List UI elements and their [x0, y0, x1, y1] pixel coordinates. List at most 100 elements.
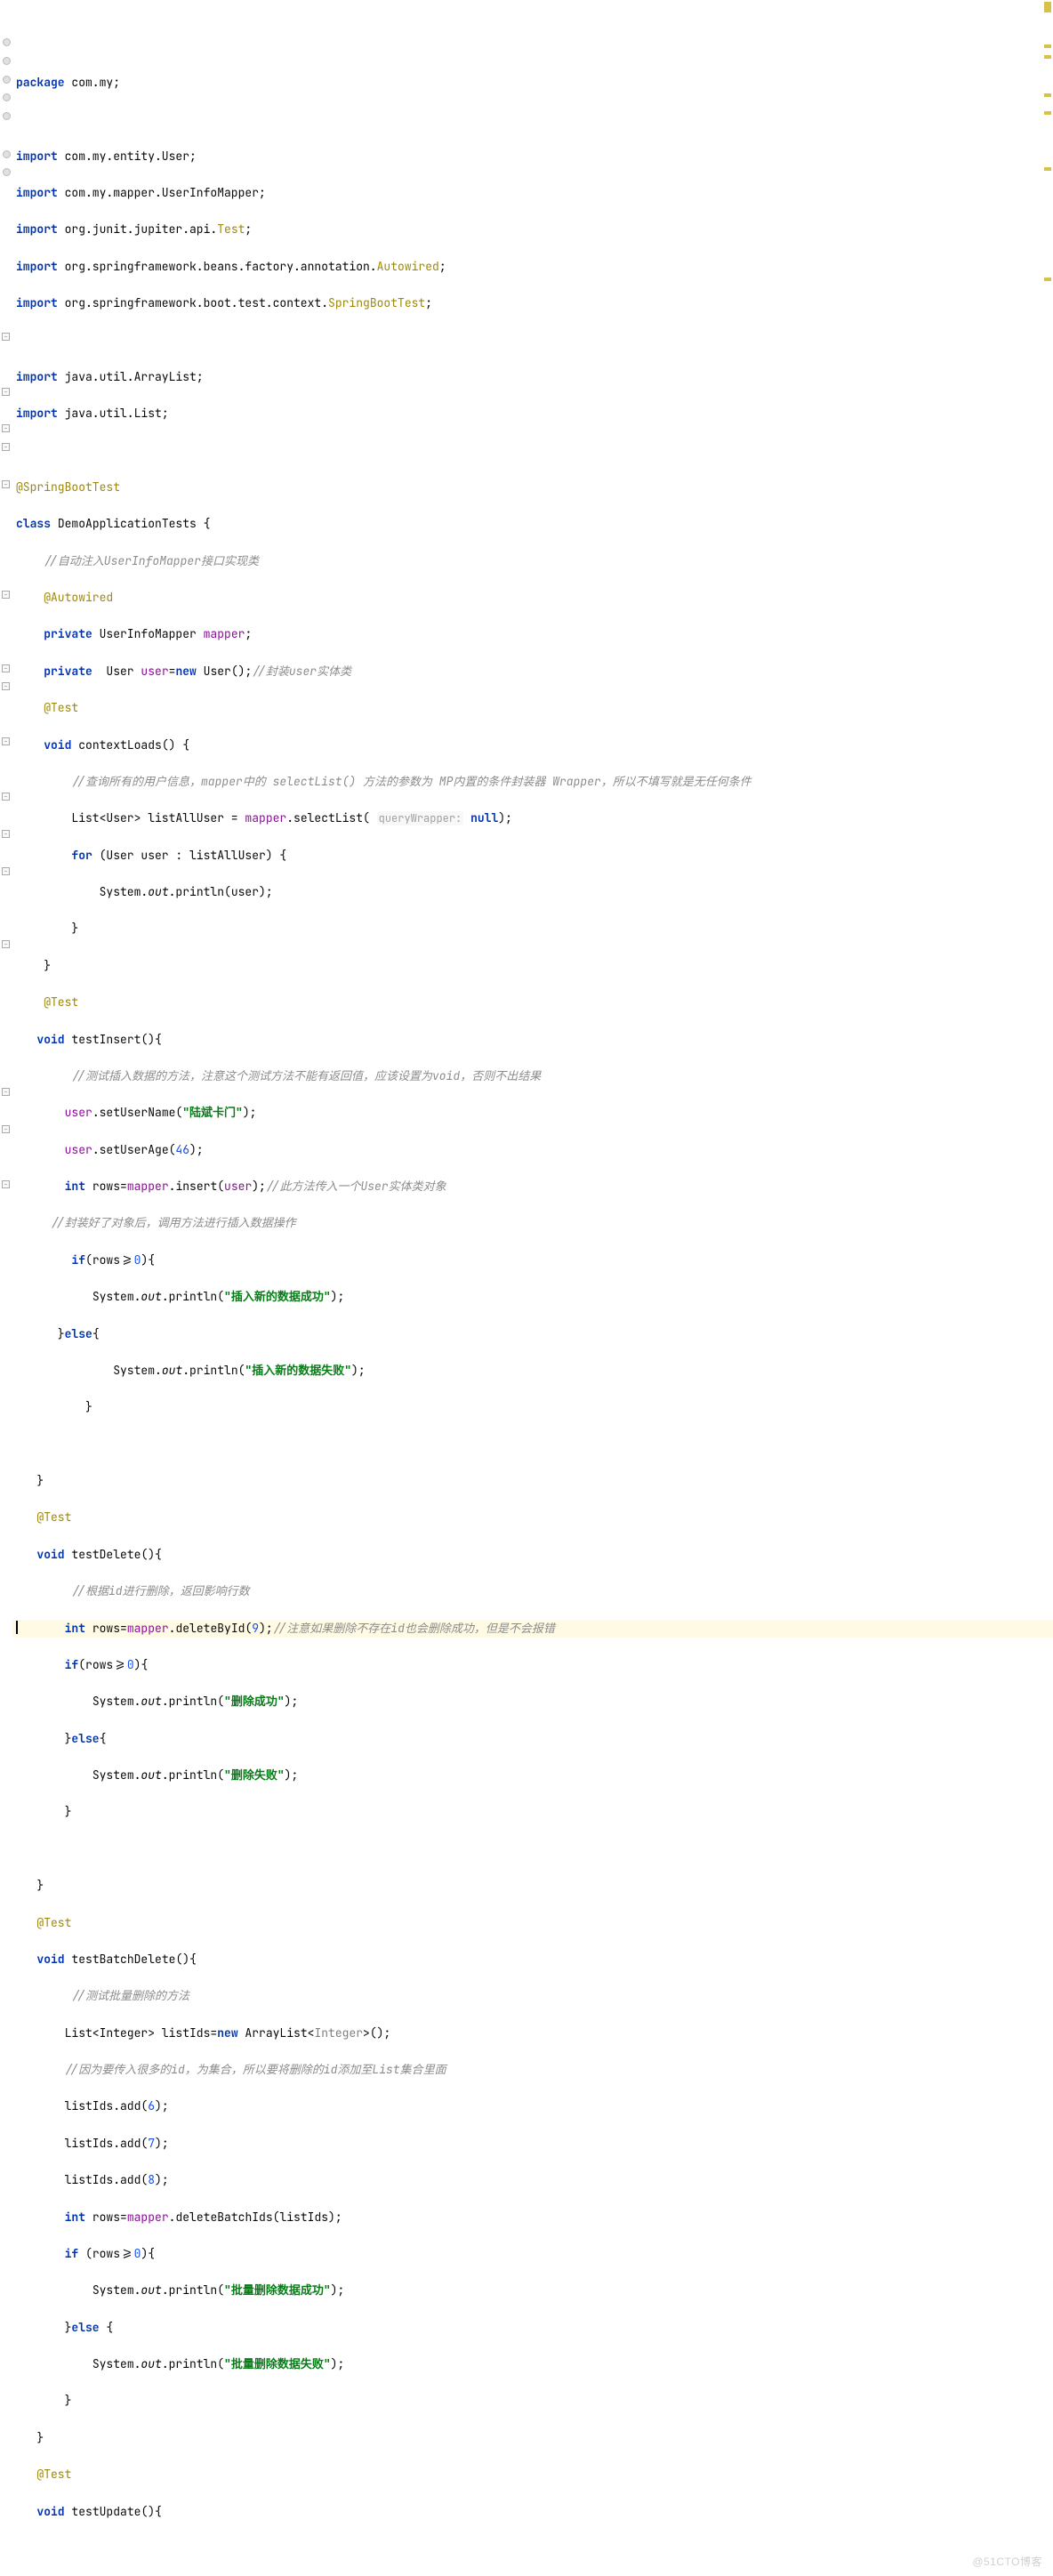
code-line[interactable]	[16, 442, 1053, 461]
code-line[interactable]: private UserInfoMapper mapper;	[16, 625, 1053, 644]
fold-icon[interactable]: −	[2, 940, 10, 948]
code-line[interactable]: if(rows>=0){	[16, 1252, 1053, 1270]
code-line[interactable]: class DemoApplicationTests {	[16, 515, 1053, 534]
marker-warn[interactable]	[1044, 55, 1051, 59]
code-line[interactable]: user.setUserName("陆斌卡门");	[16, 1104, 1053, 1123]
code-line[interactable]	[16, 110, 1053, 129]
code-line[interactable]: int rows=mapper.insert(user);//此方法传入一个Us…	[16, 1178, 1053, 1196]
code-line[interactable]	[16, 331, 1053, 350]
code-line[interactable]: for (User user : listAllUser) {	[16, 847, 1053, 865]
gutter-mark	[3, 57, 11, 65]
code-line[interactable]: //测试批量删除的方法	[16, 1987, 1053, 2006]
caret	[16, 1621, 18, 1634]
code-line[interactable]: import java.util.ArrayList;	[16, 368, 1053, 387]
code-line[interactable]: System.out.println("插入新的数据失败");	[16, 1362, 1053, 1381]
fold-icon[interactable]: −	[2, 1088, 10, 1096]
error-stripe	[1042, 0, 1053, 2576]
code-line[interactable]: @Autowired	[16, 589, 1053, 608]
fold-icon[interactable]: −	[2, 480, 10, 488]
code-line[interactable]: //自动注入UserInfoMapper接口实现类	[16, 552, 1053, 571]
watermark: @51CTO博客	[972, 2553, 1042, 2572]
code-line[interactable]: //查询所有的用户信息，mapper中的 selectList() 方法的参数为…	[16, 773, 1053, 792]
code-line[interactable]: void testBatchDelete(){	[16, 1951, 1053, 1969]
code-line[interactable]: }	[16, 1398, 1053, 1417]
code-line[interactable]: System.out.println("批量删除数据成功");	[16, 2282, 1053, 2300]
code-line[interactable]: //测试插入数据的方法，注意这个测试方法不能有返回值，应该设置为void，否则不…	[16, 1067, 1053, 1086]
code-line[interactable]: package com.my;	[16, 74, 1053, 93]
fold-icon[interactable]: −	[2, 737, 10, 745]
marker-warn[interactable]	[1044, 93, 1051, 97]
code-line[interactable]: }	[16, 1472, 1053, 1491]
code-line[interactable]: @Test	[16, 699, 1053, 718]
fold-icon[interactable]: −	[2, 424, 10, 432]
code-line[interactable]: @Test	[16, 1914, 1053, 1933]
code-line[interactable]: @Test	[16, 994, 1053, 1012]
code-line[interactable]: System.out.println(user);	[16, 883, 1053, 902]
fold-icon[interactable]: −	[2, 1125, 10, 1133]
code-line[interactable]: System.out.println("插入新的数据成功");	[16, 1288, 1053, 1307]
fold-icon[interactable]: −	[2, 1180, 10, 1188]
code-line[interactable]: //根据id进行删除，返回影响行数	[16, 1582, 1053, 1601]
fold-icon[interactable]: −	[2, 333, 10, 341]
fold-icon[interactable]: −	[2, 591, 10, 599]
code-line[interactable]: @SpringBootTest	[16, 479, 1053, 497]
code-line[interactable]: @Test	[16, 1509, 1053, 1527]
code-line[interactable]: import com.my.mapper.UserInfoMapper;	[16, 184, 1053, 203]
fold-icon[interactable]: −	[2, 867, 10, 875]
inlay-hint: queryWrapper:	[377, 811, 464, 825]
marker-warn[interactable]	[1044, 111, 1051, 115]
code-line[interactable]: }	[16, 2429, 1053, 2448]
code-line[interactable]: import com.my.entity.User;	[16, 148, 1053, 166]
code-line[interactable]: listIds.add(8);	[16, 2171, 1053, 2190]
fold-icon[interactable]: −	[2, 830, 10, 838]
code-line[interactable]: private User user=new User();//封装user实体类	[16, 663, 1053, 681]
code-line[interactable]: System.out.println("删除成功");	[16, 1693, 1053, 1711]
code-line[interactable]: int rows=mapper.deleteBatchIds(listIds);	[16, 2209, 1053, 2227]
code-line[interactable]: @Test	[16, 2466, 1053, 2484]
code-line[interactable]: listIds.add(7);	[16, 2135, 1053, 2153]
gutter-mark	[3, 76, 11, 84]
marker-warn[interactable]	[1044, 44, 1051, 48]
gutter: − − − − − − − − − − − − − − − −	[0, 0, 12, 2576]
marker-warn[interactable]	[1044, 278, 1051, 281]
fold-icon[interactable]: −	[2, 682, 10, 690]
code-line[interactable]: import org.springframework.boot.test.con…	[16, 294, 1053, 313]
code-line[interactable]: void testInsert(){	[16, 1031, 1053, 1050]
code-line[interactable]: List<User> listAllUser = mapper.selectLi…	[16, 809, 1053, 828]
fold-icon[interactable]: −	[2, 664, 10, 672]
code-line[interactable]	[16, 1840, 1053, 1859]
code-line[interactable]: void testUpdate(){	[16, 2503, 1053, 2522]
fold-icon[interactable]: −	[2, 443, 10, 451]
code-line[interactable]: if(rows>=0){	[16, 1656, 1053, 1675]
code-line[interactable]: }else {	[16, 2319, 1053, 2338]
code-line[interactable]: void testDelete(){	[16, 1546, 1053, 1565]
code-line[interactable]: System.out.println("批量删除数据失败");	[16, 2355, 1053, 2374]
current-line[interactable]: int rows=mapper.deleteById(9);//注意如果删除不存…	[0, 1620, 1053, 1638]
code-line[interactable]: if (rows>=0){	[16, 2245, 1053, 2264]
code-line[interactable]: //因为要传入很多的id，为集合，所以要将删除的id添加至List集合里面	[16, 2061, 1053, 2080]
code-line[interactable]: }else{	[16, 1325, 1053, 1344]
code-line[interactable]: }	[16, 2392, 1053, 2411]
code-line[interactable]: }	[16, 1803, 1053, 1822]
gutter-mark	[3, 168, 11, 176]
code-line[interactable]: import org.junit.jupiter.api.Test;	[16, 221, 1053, 239]
code-line[interactable]: void contextLoads() {	[16, 737, 1053, 755]
code-line[interactable]: }	[16, 957, 1053, 976]
code-line[interactable]: import java.util.List;	[16, 405, 1053, 423]
code-line[interactable]: }	[16, 1877, 1053, 1896]
code-line[interactable]: }else{	[16, 1730, 1053, 1749]
code-line[interactable]: List<Integer> listIds=new ArrayList<Inte…	[16, 2025, 1053, 2043]
marker-warn[interactable]	[1044, 167, 1051, 171]
gutter-mark	[3, 150, 11, 158]
code-line[interactable]: import org.springframework.beans.factory…	[16, 258, 1053, 277]
fold-icon[interactable]: −	[2, 388, 10, 396]
code-editor[interactable]: − − − − − − − − − − − − − − − − package …	[0, 0, 1053, 2576]
code-line[interactable]: }	[16, 920, 1053, 938]
code-line[interactable]: user.setUserAge(46);	[16, 1141, 1053, 1160]
code-line[interactable]: listIds.add(6);	[16, 2097, 1053, 2116]
marker-warn[interactable]	[1044, 2, 1051, 12]
fold-icon[interactable]: −	[2, 793, 10, 801]
code-line[interactable]: //封装好了对象后，调用方法进行插入数据操作	[16, 1214, 1053, 1233]
code-line[interactable]	[16, 1436, 1053, 1454]
code-line[interactable]: System.out.println("删除失败");	[16, 1767, 1053, 1785]
